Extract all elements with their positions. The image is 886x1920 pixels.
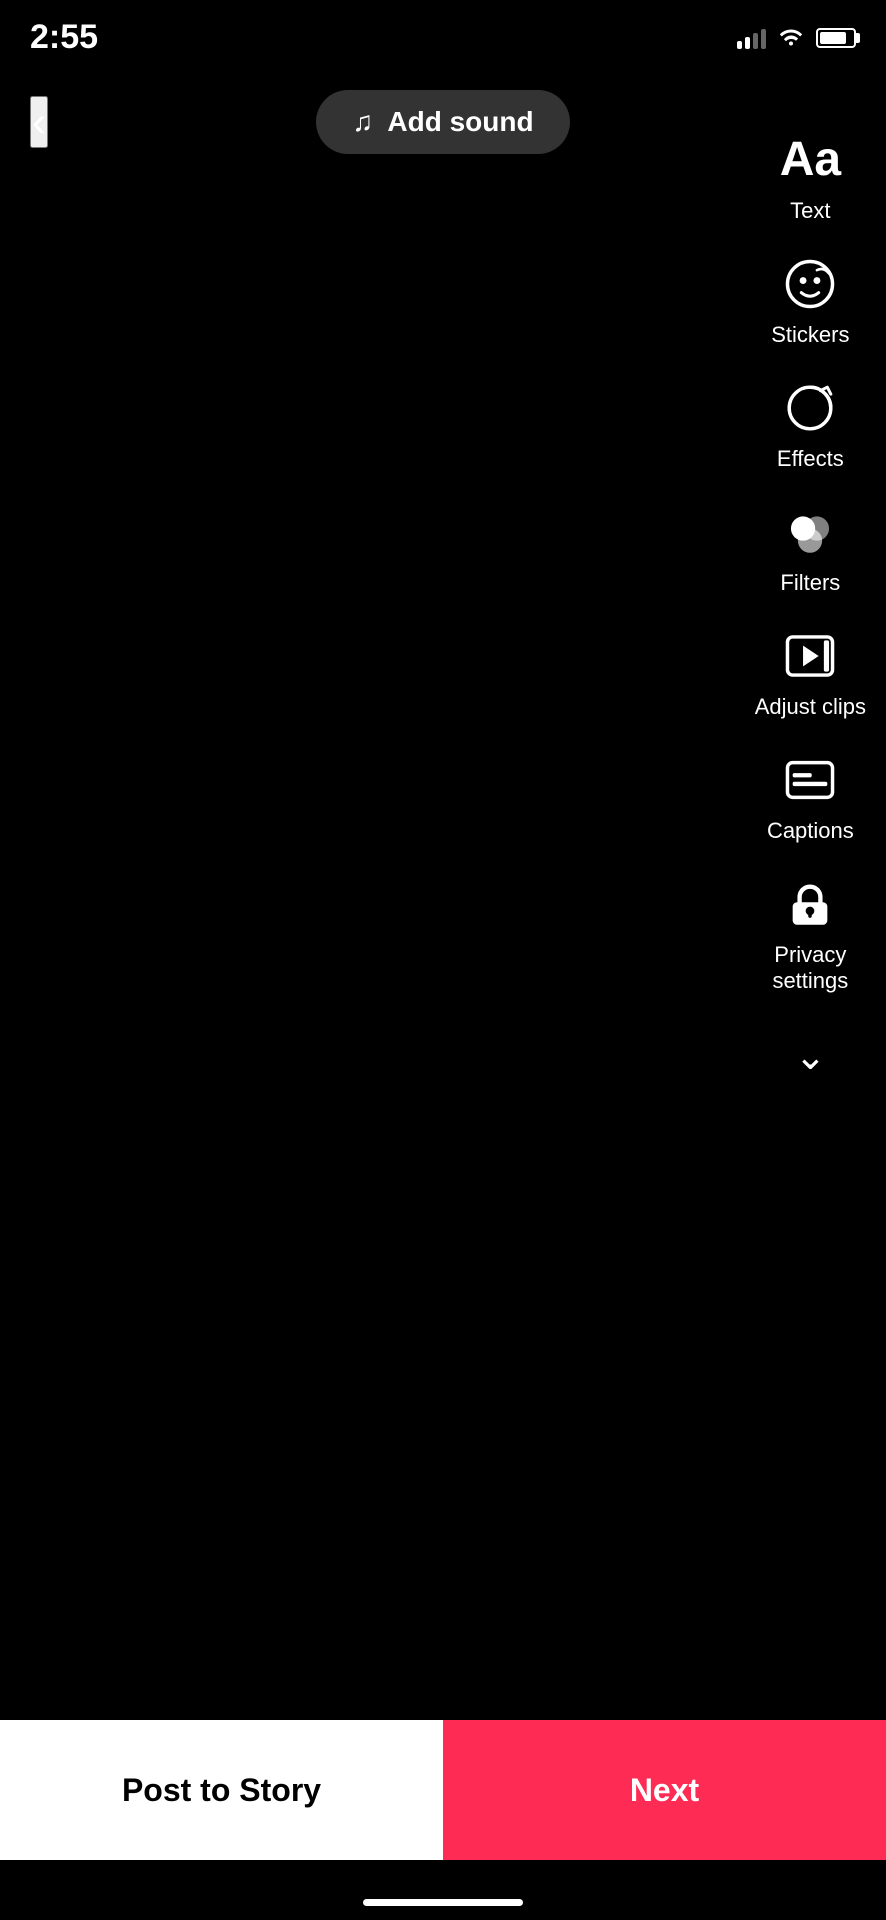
chevron-down-icon[interactable]: ⌄ bbox=[794, 1034, 826, 1079]
effects-icon bbox=[780, 378, 840, 438]
signal-icon bbox=[737, 27, 766, 49]
effects-label: Effects bbox=[777, 446, 844, 472]
toolbar-item-captions[interactable]: Captions bbox=[767, 750, 854, 844]
back-button[interactable]: ‹ bbox=[30, 96, 48, 148]
text-icon: Aa bbox=[780, 130, 840, 190]
adjust-clips-icon bbox=[780, 626, 840, 686]
status-bar: 2:55 bbox=[0, 0, 886, 67]
toolbar-item-privacy-settings[interactable]: Privacysettings bbox=[772, 874, 848, 994]
toolbar-item-effects[interactable]: Effects bbox=[777, 378, 844, 472]
battery-icon bbox=[816, 28, 856, 48]
captions-icon bbox=[780, 750, 840, 810]
next-button[interactable]: Next bbox=[443, 1720, 886, 1860]
bottom-buttons: Post to Story Next bbox=[0, 1720, 886, 1860]
privacy-settings-icon bbox=[780, 874, 840, 934]
music-note-icon: ♫ bbox=[352, 106, 373, 138]
top-toolbar: ‹ ♫ Add sound bbox=[0, 90, 886, 154]
adjust-clips-label: Adjust clips bbox=[755, 694, 866, 720]
home-indicator bbox=[363, 1899, 523, 1906]
text-label: Text bbox=[790, 198, 830, 224]
post-to-story-button[interactable]: Post to Story bbox=[0, 1720, 443, 1860]
status-icons bbox=[737, 24, 856, 52]
toolbar-item-adjust-clips[interactable]: Adjust clips bbox=[755, 626, 866, 720]
right-toolbar: Aa Text Stickers Effects bbox=[755, 130, 866, 1079]
add-sound-label: Add sound bbox=[387, 106, 533, 138]
add-sound-button[interactable]: ♫ Add sound bbox=[316, 90, 569, 154]
stickers-label: Stickers bbox=[771, 322, 849, 348]
toolbar-item-filters[interactable]: Filters bbox=[780, 502, 840, 596]
filters-icon bbox=[780, 502, 840, 562]
filters-label: Filters bbox=[780, 570, 840, 596]
toolbar-item-stickers[interactable]: Stickers bbox=[771, 254, 849, 348]
status-time: 2:55 bbox=[30, 18, 98, 57]
privacy-settings-label: Privacysettings bbox=[772, 942, 848, 994]
stickers-icon bbox=[780, 254, 840, 314]
captions-label: Captions bbox=[767, 818, 854, 844]
toolbar-item-text[interactable]: Aa Text bbox=[780, 130, 840, 224]
wifi-icon bbox=[778, 24, 804, 52]
